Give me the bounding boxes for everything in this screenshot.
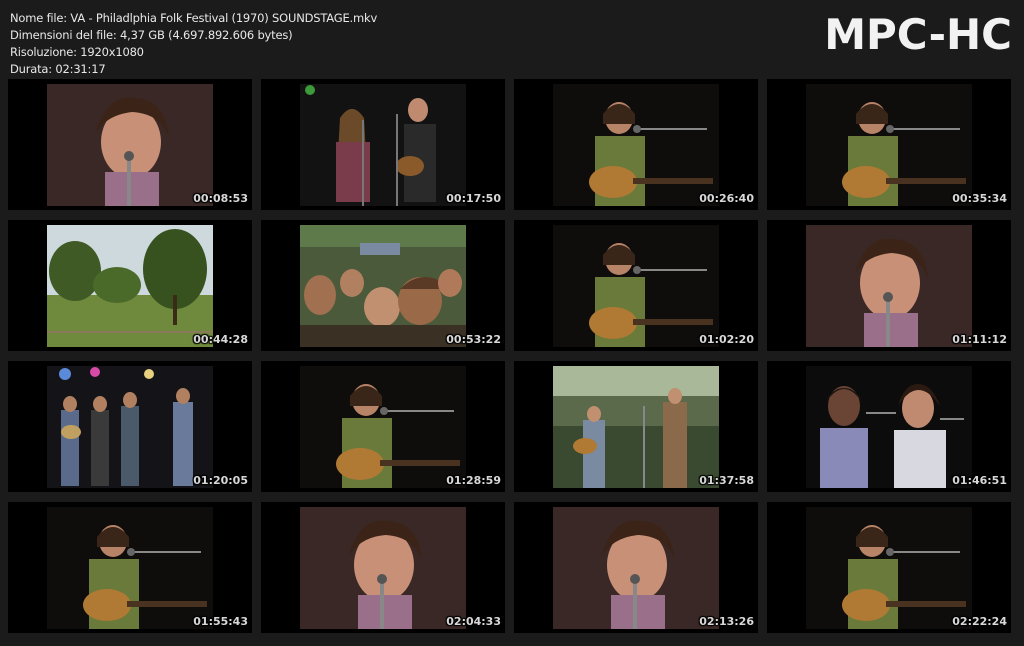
- thumbnail-5: 00:44:28: [8, 220, 252, 351]
- timestamp-label: 00:17:50: [446, 192, 501, 205]
- thumbnail-3: 00:26:40: [514, 79, 758, 210]
- thumbnail-10: 01:28:59: [261, 361, 505, 492]
- thumbnail-4: 00:35:34: [767, 79, 1011, 210]
- thumbnail-1: 00:08:53: [8, 79, 252, 210]
- info-header: Nome file: VA - Philadlphia Folk Festiva…: [0, 0, 1024, 78]
- mpc-hc-logo: MPC-HC: [824, 10, 1012, 59]
- video-frame-image: [553, 84, 719, 206]
- duration-text: Durata: 02:31:17: [10, 62, 106, 76]
- timestamp-label: 01:37:58: [699, 474, 754, 487]
- thumbnail-grid: 00:08:53 00:17:50 00:26:40 00:35:34 00:4…: [8, 79, 1016, 639]
- video-frame-image: [47, 366, 213, 488]
- video-frame-image: [806, 84, 972, 206]
- timestamp-label: 01:28:59: [446, 474, 501, 487]
- thumbnail-2: 00:17:50: [261, 79, 505, 210]
- file-name-text: Nome file: VA - Philadlphia Folk Festiva…: [10, 11, 378, 25]
- timestamp-label: 01:20:05: [193, 474, 248, 487]
- timestamp-label: 01:02:20: [699, 333, 754, 346]
- thumbnail-6: 00:53:22: [261, 220, 505, 351]
- thumbnail-16: 02:22:24: [767, 502, 1011, 633]
- file-info: Nome file: VA - Philadlphia Folk Festiva…: [10, 10, 377, 78]
- thumbnail-7: 01:02:20: [514, 220, 758, 351]
- thumbnail-12: 01:46:51: [767, 361, 1011, 492]
- file-size-text: Dimensioni del file: 4,37 GB (4.697.892.…: [10, 28, 293, 42]
- thumbnail-15: 02:13:26: [514, 502, 758, 633]
- video-frame-image: [806, 507, 972, 629]
- thumbnail-11: 01:37:58: [514, 361, 758, 492]
- thumbnail-13: 01:55:43: [8, 502, 252, 633]
- thumbnail-8: 01:11:12: [767, 220, 1011, 351]
- timestamp-label: 02:04:33: [446, 615, 501, 628]
- timestamp-label: 01:46:51: [952, 474, 1007, 487]
- thumbnail-14: 02:04:33: [261, 502, 505, 633]
- video-frame-image: [553, 366, 719, 488]
- video-frame-image: [806, 366, 972, 488]
- timestamp-label: 02:22:24: [952, 615, 1007, 628]
- timestamp-label: 00:44:28: [193, 333, 248, 346]
- video-frame-image: [806, 225, 972, 347]
- video-frame-image: [300, 225, 466, 347]
- video-frame-image: [47, 84, 213, 206]
- video-frame-image: [300, 84, 466, 206]
- timestamp-label: 00:35:34: [952, 192, 1007, 205]
- video-frame-image: [553, 507, 719, 629]
- video-frame-image: [300, 366, 466, 488]
- thumbnail-9: 01:20:05: [8, 361, 252, 492]
- timestamp-label: 00:26:40: [699, 192, 754, 205]
- timestamp-label: 02:13:26: [699, 615, 754, 628]
- timestamp-label: 00:53:22: [446, 333, 501, 346]
- video-frame-image: [553, 225, 719, 347]
- timestamp-label: 01:55:43: [193, 615, 248, 628]
- timestamp-label: 00:08:53: [193, 192, 248, 205]
- video-frame-image: [47, 225, 213, 347]
- video-frame-image: [47, 507, 213, 629]
- video-frame-image: [300, 507, 466, 629]
- resolution-text: Risoluzione: 1920x1080: [10, 45, 144, 59]
- timestamp-label: 01:11:12: [952, 333, 1007, 346]
